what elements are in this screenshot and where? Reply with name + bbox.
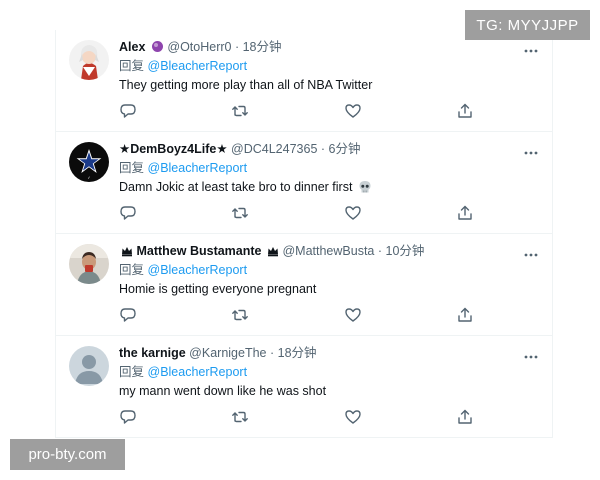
reply-icon[interactable]: [119, 102, 137, 120]
tweet-text: Homie is getting everyone pregnant: [119, 282, 317, 296]
user-handle[interactable]: @OtoHerr0: [167, 40, 231, 54]
more-options-icon[interactable]: [522, 42, 540, 60]
reply-prefix: 回复: [119, 59, 145, 73]
avatar[interactable]: [69, 244, 109, 284]
replying-to: 回复 @BleacherReport: [119, 160, 247, 176]
separator-dot: ·: [234, 40, 240, 54]
mention-link[interactable]: @BleacherReport: [148, 365, 248, 379]
action-bar: [119, 204, 479, 222]
reply-icon[interactable]: [119, 204, 137, 222]
watermark-bottom-left: pro-bty.com: [10, 439, 125, 470]
separator-dot: ·: [269, 346, 275, 360]
reply-prefix: 回复: [119, 161, 145, 175]
like-icon[interactable]: [344, 408, 362, 426]
crown-icon: [121, 245, 133, 261]
timestamp[interactable]: 10分钟: [386, 244, 425, 258]
reply-prefix: 回复: [119, 263, 145, 277]
avatar[interactable]: [69, 40, 109, 80]
more-options-icon[interactable]: [522, 348, 540, 366]
tweet-text: my mann went down like he was shot: [119, 384, 327, 398]
retweet-icon[interactable]: [231, 204, 249, 222]
more-options-icon[interactable]: [522, 246, 540, 264]
tweet-reply[interactable]: Matthew Bustamante @MatthewBusta · 10分钟 …: [56, 234, 552, 336]
more-options-icon[interactable]: [522, 144, 540, 162]
retweet-icon[interactable]: [231, 102, 249, 120]
timestamp[interactable]: 18分钟: [278, 346, 317, 360]
svg-text:✓: ✓: [87, 175, 90, 180]
display-name[interactable]: Alex: [119, 40, 145, 54]
user-handle[interactable]: @DC4L247365: [231, 142, 317, 156]
replying-to: 回复 @BleacherReport: [119, 364, 247, 380]
replying-to: 回复 @BleacherReport: [119, 58, 247, 74]
tweet-header: the karnige @KarnigeThe · 18分钟: [119, 345, 317, 361]
tweet-header: ★DemBoyz4Life★ @DC4L247365 · 6分钟: [119, 141, 360, 157]
user-handle[interactable]: @MatthewBusta: [282, 244, 374, 258]
tweet-text: Damn Jokic at least take bro to dinner f…: [119, 180, 353, 194]
action-bar: [119, 306, 479, 324]
tweet-header: Alex @OtoHerr0 · 18分钟: [119, 39, 282, 57]
display-name[interactable]: the karnige: [119, 346, 186, 360]
share-icon[interactable]: [456, 204, 474, 222]
like-icon[interactable]: [344, 102, 362, 120]
tweet-text: They getting more play than all of NBA T…: [119, 78, 373, 92]
separator-dot: ·: [377, 244, 383, 258]
crown-icon: [267, 245, 279, 261]
mention-link[interactable]: @BleacherReport: [148, 161, 248, 175]
mention-link[interactable]: @BleacherReport: [148, 263, 248, 277]
share-icon[interactable]: [456, 102, 474, 120]
action-bar: [119, 408, 479, 426]
replying-to: 回复 @BleacherReport: [119, 262, 247, 278]
display-name[interactable]: ★DemBoyz4Life★: [119, 142, 228, 156]
tweet-header: Matthew Bustamante @MatthewBusta · 10分钟: [119, 243, 424, 261]
tweet-text-container: Damn Jokic at least take bro to dinner f…: [119, 179, 372, 198]
avatar[interactable]: [69, 346, 109, 386]
reply-icon[interactable]: [119, 408, 137, 426]
user-handle[interactable]: @KarnigeThe: [189, 346, 266, 360]
mention-link[interactable]: @BleacherReport: [148, 59, 248, 73]
like-icon[interactable]: [344, 204, 362, 222]
tweet-reply[interactable]: Alex @OtoHerr0 · 18分钟 回复 @BleacherReport…: [56, 30, 552, 132]
watermark-top-right: TG: MYYJJPP: [465, 10, 590, 40]
timestamp[interactable]: 18分钟: [243, 40, 282, 54]
reply-prefix: 回复: [119, 365, 145, 379]
display-name[interactable]: Matthew Bustamante: [136, 244, 261, 258]
timestamp[interactable]: 6分钟: [329, 142, 361, 156]
separator-dot: ·: [320, 142, 326, 156]
share-icon[interactable]: [456, 306, 474, 324]
retweet-icon[interactable]: [231, 306, 249, 324]
retweet-icon[interactable]: [231, 408, 249, 426]
reply-feed: Alex @OtoHerr0 · 18分钟 回复 @BleacherReport…: [55, 30, 553, 438]
avatar[interactable]: ✓: [69, 142, 109, 182]
like-icon[interactable]: [344, 306, 362, 324]
reply-icon[interactable]: [119, 306, 137, 324]
action-bar: [119, 102, 479, 120]
tweet-reply[interactable]: ✓ ★DemBoyz4Life★ @DC4L247365 · 6分钟 回复 @B…: [56, 132, 552, 234]
tweet-reply[interactable]: the karnige @KarnigeThe · 18分钟 回复 @Bleac…: [56, 336, 552, 438]
purple-orb-icon: [151, 40, 164, 57]
share-icon[interactable]: [456, 408, 474, 426]
skull-icon: [358, 180, 372, 198]
